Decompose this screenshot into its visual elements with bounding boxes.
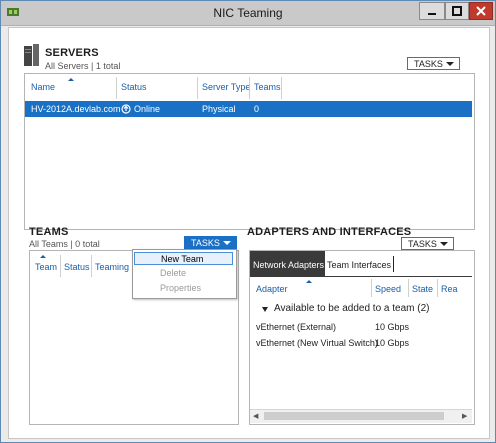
- sort-ascending-icon: [40, 255, 46, 258]
- sort-ascending-icon: [68, 78, 74, 81]
- teams-tasks-button[interactable]: TASKS: [184, 236, 237, 249]
- maximize-icon: [452, 6, 462, 16]
- minimize-icon: [428, 13, 436, 15]
- maximize-button[interactable]: [445, 2, 469, 20]
- servers-tasks-button[interactable]: TASKS: [407, 57, 460, 70]
- scroll-left-icon[interactable]: ◀: [253, 412, 258, 420]
- column-divider[interactable]: [249, 77, 250, 99]
- column-header-status[interactable]: Status: [121, 82, 147, 92]
- chevron-down-icon: [446, 62, 454, 66]
- horizontal-scrollbar[interactable]: ◀ ▶: [250, 409, 472, 423]
- column-divider[interactable]: [437, 279, 438, 297]
- adapter-name-cell: vEthernet (New Virtual Switch): [256, 338, 378, 348]
- column-divider[interactable]: [197, 77, 198, 99]
- minimize-button[interactable]: [419, 2, 445, 20]
- teams-tasks-label: TASKS: [191, 238, 220, 248]
- group-header-label: Available to be added to a team (2): [274, 303, 430, 314]
- column-header-status[interactable]: Status: [64, 262, 90, 272]
- nic-teaming-window: NIC Teaming SERVERS All Servers | 1 tota…: [0, 0, 496, 443]
- column-header-reason[interactable]: Rea: [441, 284, 458, 294]
- menu-item-label: New Team: [161, 254, 204, 264]
- menu-item-properties[interactable]: Properties: [134, 282, 233, 295]
- server-name-cell: HV-2012A.devlab.com: [31, 104, 121, 114]
- teams-subtitle: All Teams | 0 total: [29, 239, 100, 249]
- servers-title: SERVERS: [45, 47, 99, 59]
- column-header-team[interactable]: Team: [35, 262, 57, 272]
- close-icon: [476, 6, 486, 16]
- tab-team-interfaces[interactable]: Team Interfaces: [327, 256, 395, 272]
- column-header-teams[interactable]: Teams: [254, 82, 281, 92]
- adapters-tasks-button[interactable]: TASKS: [401, 237, 454, 250]
- servers-icon: [24, 44, 39, 66]
- adapters-panel: Network Adapters Team Interfaces Adapter…: [249, 250, 475, 425]
- menu-item-delete[interactable]: Delete: [134, 267, 233, 280]
- scroll-right-icon[interactable]: ▶: [462, 412, 467, 420]
- column-header-state[interactable]: State: [412, 284, 433, 294]
- column-divider[interactable]: [281, 77, 282, 99]
- adapters-tasks-label: TASKS: [408, 239, 437, 249]
- column-header-adapter[interactable]: Adapter: [256, 284, 288, 294]
- title-bar[interactable]: NIC Teaming: [1, 1, 495, 26]
- menu-item-label: Properties: [160, 283, 202, 293]
- adapter-speed-cell: 10 Gbps: [375, 322, 410, 332]
- menu-item-label: Delete: [160, 268, 187, 278]
- column-header-speed[interactable]: Speed: [375, 284, 401, 294]
- scrollbar-thumb[interactable]: [264, 412, 444, 420]
- column-divider[interactable]: [408, 279, 409, 297]
- chevron-down-icon: [440, 242, 448, 246]
- adapter-speed-cell: 10 Gbps: [375, 338, 410, 348]
- servers-tasks-label: TASKS: [414, 59, 443, 69]
- list-item[interactable]: vEthernet (External) 10 Gbps: [250, 320, 472, 334]
- adapters-title: ADAPTERS AND INTERFACES: [247, 226, 412, 238]
- column-header-server-type[interactable]: Server Type: [202, 82, 250, 92]
- close-button[interactable]: [469, 2, 493, 20]
- column-divider[interactable]: [116, 77, 117, 99]
- column-divider[interactable]: [91, 255, 92, 277]
- online-status-icon: [121, 104, 131, 114]
- sort-ascending-icon: [306, 280, 312, 283]
- tab-underline: [250, 276, 472, 277]
- tab-network-adapters[interactable]: Network Adapters: [250, 251, 325, 276]
- column-divider[interactable]: [60, 255, 61, 277]
- server-type-cell: Physical: [202, 104, 236, 114]
- teams-title: TEAMS: [29, 226, 69, 238]
- server-status-cell: Online: [134, 104, 161, 114]
- servers-table: Name Status Server Type Teams HV-2012A.d…: [24, 73, 475, 230]
- client-area: SERVERS All Servers | 1 total TASKS Name…: [8, 27, 490, 439]
- server-teams-cell: 0: [254, 104, 260, 114]
- collapse-triangle-icon: [262, 307, 268, 312]
- table-row[interactable]: HV-2012A.devlab.com Online Physical 0: [25, 101, 472, 117]
- group-header-available[interactable]: Available to be added to a team (2): [258, 303, 468, 317]
- list-item[interactable]: vEthernet (New Virtual Switch) 10 Gbps: [250, 336, 472, 350]
- servers-subtitle: All Servers | 1 total: [45, 61, 121, 71]
- adapter-name-cell: vEthernet (External): [256, 322, 337, 332]
- column-header-name[interactable]: Name: [31, 82, 55, 92]
- menu-item-new-team[interactable]: New Team: [134, 252, 233, 265]
- teams-tasks-menu: New Team Delete Properties: [132, 249, 237, 299]
- chevron-down-icon: [223, 241, 231, 245]
- column-divider[interactable]: [371, 279, 372, 297]
